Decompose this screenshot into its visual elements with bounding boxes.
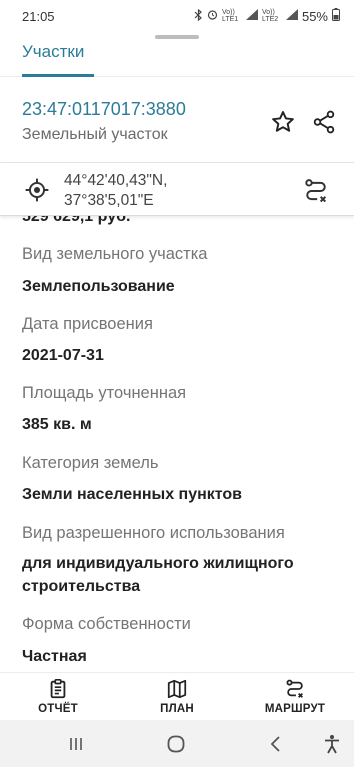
clipboard-icon <box>50 679 66 699</box>
field-value-assigned-date: 2021-07-31 <box>22 347 104 364</box>
share-button[interactable] <box>309 107 339 137</box>
route-button[interactable] <box>300 175 332 207</box>
field-label-land-category: Категория земель <box>22 454 159 472</box>
object-type: Земельный участок <box>22 126 168 143</box>
tab-bar: Участки <box>0 40 354 77</box>
plan-label: ПЛАН <box>160 703 194 715</box>
field-value-ownership: Частная <box>22 648 87 665</box>
bottom-nav: ОТЧЁТ ПЛАН МАРШРУТ <box>0 672 354 720</box>
accessibility-button[interactable] <box>320 733 344 755</box>
parcel-header: 23:47:0117017:3880 Земельный участок <box>0 77 354 162</box>
system-nav-bar <box>0 720 354 767</box>
signal-1-label: Vo)) LTE1 <box>221 9 239 23</box>
route-icon <box>305 179 327 203</box>
signal-2-label: Vo)) LTE2 <box>261 9 279 23</box>
back-button[interactable] <box>264 733 288 755</box>
battery-icon <box>332 8 340 24</box>
star-icon <box>272 111 294 132</box>
longitude: 37°38'5,01"E <box>64 192 154 209</box>
alarm-icon <box>207 9 218 23</box>
recent-apps-icon <box>70 738 82 750</box>
recent-apps-button[interactable] <box>64 733 88 755</box>
coordinates-text[interactable]: 44°42'40,43"N, 37°38'5,01"E <box>64 171 167 211</box>
bluetooth-icon <box>194 8 203 24</box>
field-label-area: Площадь уточненная <box>22 384 187 402</box>
report-button[interactable]: ОТЧЁТ <box>13 678 103 715</box>
plan-button[interactable]: ПЛАН <box>132 678 222 715</box>
share-icon <box>313 110 335 134</box>
status-bar: 21:05 Vo)) LTE1 Vo)) LTE2 55% <box>0 0 354 34</box>
coordinates-bar: 44°42'40,43"N, 37°38'5,01"E <box>0 162 354 216</box>
back-icon <box>270 736 280 752</box>
latitude: 44°42'40,43"N, <box>64 172 168 189</box>
details-list[interactable]: 529 629,1 руб. Вид земельного участка Зе… <box>0 202 354 672</box>
route-nav-button[interactable]: МАРШРУТ <box>250 678 340 715</box>
status-time: 21:05 <box>22 9 55 24</box>
field-value-parcel-kind: Землепользование <box>22 278 175 295</box>
favorite-button[interactable] <box>268 107 298 137</box>
status-icons: Vo)) LTE1 Vo)) LTE2 55% <box>194 8 340 24</box>
crosshair-icon <box>25 178 49 202</box>
field-label-permitted-use: Вид разрешенного использования <box>22 524 285 542</box>
field-value-area: 385 кв. м <box>22 416 92 433</box>
locate-button[interactable] <box>22 175 52 205</box>
field-value-land-category: Земли населенных пунктов <box>22 486 243 503</box>
tab-parcels[interactable]: Участки <box>22 42 84 62</box>
home-button[interactable] <box>164 733 188 755</box>
route-icon <box>286 679 303 698</box>
battery-level: 55% <box>301 8 328 24</box>
home-icon <box>167 735 185 753</box>
field-label-ownership: Форма собственности <box>22 615 191 633</box>
accessibility-icon <box>325 735 339 754</box>
drag-handle[interactable] <box>155 35 199 39</box>
field-value-permitted-use: для индивидуального жилищного строительс… <box>22 555 294 595</box>
route-label: МАРШРУТ <box>264 703 326 715</box>
field-label-parcel-kind: Вид земельного участка <box>22 245 208 263</box>
report-label: ОТЧЁТ <box>38 703 78 715</box>
signal-2-icon <box>285 9 298 23</box>
signal-1-icon <box>245 9 258 23</box>
map-icon <box>167 679 187 699</box>
field-label-assigned-date: Дата присвоения <box>22 315 153 333</box>
cadastral-number[interactable]: 23:47:0117017:3880 <box>22 99 186 120</box>
